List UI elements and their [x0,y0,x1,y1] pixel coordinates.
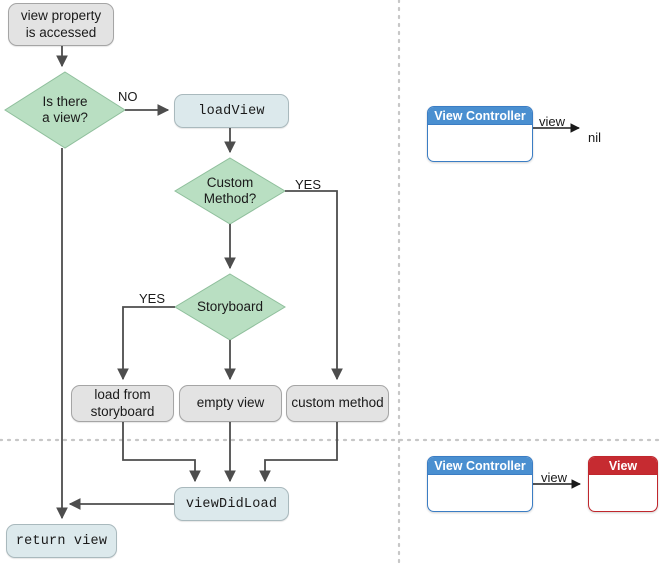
node-load-view-label: loadView [198,103,265,119]
edge-label-no: NO [118,89,138,104]
flowchart-canvas: view property is accessed Is there a vie… [0,0,663,566]
object-nil-label: nil [588,130,602,145]
edge-custommethod-to-viewdidload [259,422,338,483]
decision-is-there-a-view [4,71,126,149]
decision-storyboard [174,273,286,341]
node-return-view-label: return view [15,533,108,549]
object-view-title: View [589,457,657,475]
node-load-from-storyboard-line2: storyboard [90,403,155,419]
node-start-line2: is accessed [25,24,97,40]
node-empty-view-label: empty view [196,395,265,411]
node-return-view: return view [6,524,117,558]
edge-label-yes-storyboard: YES [139,291,166,306]
node-start: view property is accessed [8,3,114,46]
edge-storyboard-yes [117,306,175,381]
node-load-from-storyboard: load from storyboard [71,385,174,422]
node-custom-method: custom method [286,385,389,422]
edge-custommethod-yes [285,190,343,381]
relation-label-view-bottom: view [541,470,568,485]
object-view-controller-bottom: View Controller [427,456,533,512]
relation-label-view-top: view [539,114,566,129]
edge-label-yes-custom-method: YES [295,177,322,192]
decision-custom-method [174,157,286,225]
node-view-did-load: viewDidLoad [174,487,289,521]
object-view: View [588,456,658,512]
node-start-line1: view property [20,8,102,24]
node-load-from-storyboard-line1: load from [94,387,151,403]
object-view-controller-bottom-title: View Controller [428,457,532,475]
node-empty-view: empty view [179,385,282,422]
node-custom-method-label: custom method [291,395,384,411]
object-view-controller-top-title: View Controller [428,107,532,125]
node-view-did-load-label: viewDidLoad [185,496,278,512]
object-view-controller-top: View Controller [427,106,533,162]
node-load-view: loadView [174,94,289,128]
edge-loadstoryboard-to-viewdidload [122,422,201,483]
